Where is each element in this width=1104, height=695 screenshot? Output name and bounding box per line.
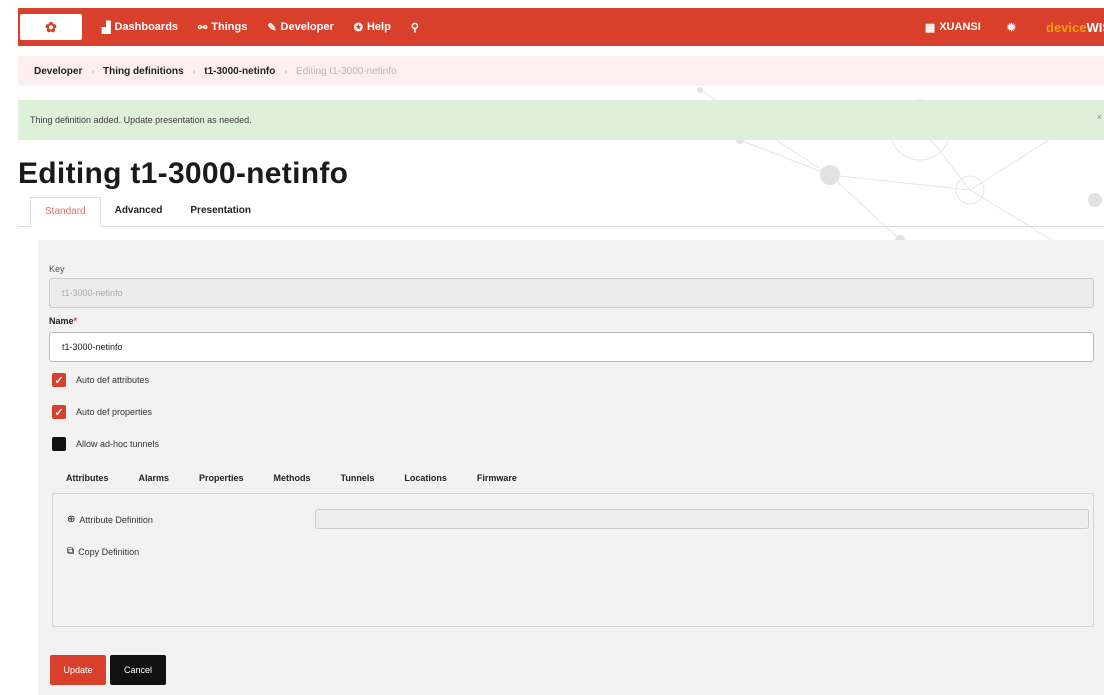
subtab-properties[interactable]: Properties (199, 473, 244, 483)
nav-help-label: Help (366, 21, 391, 33)
update-button[interactable]: Update (50, 655, 106, 685)
copy-definition-label: Copy Definition (78, 546, 140, 557)
subtab-alarms[interactable]: Alarms (139, 473, 170, 483)
copy-definition-button[interactable]: ⧉ Copy Definition (67, 546, 139, 557)
checkbox-label: Auto def attributes (76, 375, 150, 385)
help-icon: ✪ (353, 21, 363, 34)
subtab-tunnels[interactable]: Tunnels (341, 473, 375, 483)
checkbox-label: Auto def properties (76, 407, 153, 417)
add-attribute-definition-button[interactable]: ⊕ Attribute Definition (67, 514, 153, 525)
add-attribute-label: Attribute Definition (79, 514, 153, 525)
breadcrumb-developer[interactable]: Developer (34, 66, 82, 77)
required-marker: * (73, 316, 78, 326)
close-icon[interactable]: × (1097, 112, 1102, 122)
building-icon: ▦ (924, 21, 936, 34)
auto-def-attributes-checkbox[interactable]: ✓ Auto def attributes (52, 373, 149, 387)
checkbox-label: Allow ad-hoc tunnels (76, 439, 160, 449)
nav-dashboards[interactable]: ▟ Dashboards (102, 21, 178, 34)
bar-chart-icon: ▟ (102, 21, 111, 34)
org-name: XUANSI (939, 21, 981, 33)
auto-def-properties-checkbox[interactable]: ✓ Auto def properties (52, 405, 152, 419)
cancel-button[interactable]: Cancel (110, 655, 166, 685)
breadcrumb-separator: › (192, 66, 196, 76)
checkbox-checked-icon[interactable]: ✓ (52, 373, 66, 387)
copy-icon: ⧉ (67, 546, 75, 557)
name-label: Name* (49, 316, 77, 326)
tab-presentation[interactable]: Presentation (176, 205, 265, 226)
name-input[interactable]: t1-3000-netinfo (49, 332, 1094, 362)
nav-things-label: Things (211, 21, 248, 33)
key-field: t1-3000-netinfo (49, 278, 1094, 308)
search-button[interactable]: ⚲ (411, 21, 423, 34)
subtab-methods[interactable]: Methods (274, 473, 311, 483)
breadcrumb-thing-key[interactable]: t1-3000-netinfo (204, 66, 275, 77)
devicewise-brand: deviceWISE (1046, 20, 1104, 35)
subtab-attributes[interactable]: Attributes (66, 473, 109, 483)
breadcrumb-thing-definitions[interactable]: Thing definitions (103, 66, 184, 77)
form-panel: Key t1-3000-netinfo Name* t1-3000-netinf… (38, 240, 1104, 695)
breadcrumb-current: Editing t1-3000-netinfo (296, 65, 397, 77)
breadcrumb-separator: › (284, 66, 288, 76)
success-alert: Thing definition added. Update presentat… (18, 100, 1104, 140)
breadcrumb-separator: › (91, 66, 95, 76)
allow-adhoc-tunnels-checkbox[interactable]: Allow ad-hoc tunnels (52, 437, 159, 451)
logo-mark-icon: ✿ (45, 18, 57, 35)
nav-dashboards-label: Dashboards (114, 21, 179, 33)
plus-circle-icon: ⊕ (67, 514, 76, 525)
attribute-definition-input[interactable] (315, 509, 1089, 529)
nav-developer[interactable]: ✎ Developer (267, 21, 333, 34)
attributes-panel: ⊕ Attribute Definition ⧉ Copy Definition (52, 493, 1094, 627)
alert-message: Thing definition added. Update presentat… (30, 115, 252, 125)
checkbox-checked-icon[interactable]: ✓ (52, 405, 66, 419)
key-label: Key (49, 264, 65, 274)
nav-help[interactable]: ✪ Help (354, 21, 391, 34)
china-unicom-logo[interactable]: ✿ (20, 14, 82, 40)
search-icon: ⚲ (410, 21, 419, 34)
tab-bar: Standard Advanced Presentation (18, 197, 1104, 227)
checkbox-unchecked-icon[interactable] (52, 437, 66, 451)
breadcrumb: Developer › Thing definitions › t1-3000-… (18, 56, 1104, 86)
top-navbar: ✿ ▟ Dashboards ⚯ Things ✎ Developer ✪ He… (18, 8, 1104, 46)
gear-icon: ✹ (1006, 21, 1016, 34)
settings-button[interactable]: ✹ (1007, 21, 1020, 34)
page-title: Editing t1-3000-netinfo (18, 157, 349, 190)
wrench-icon: ✎ (267, 21, 277, 34)
nav-things[interactable]: ⚯ Things (198, 21, 247, 34)
tab-standard[interactable]: Standard (30, 197, 101, 227)
nav-developer-label: Developer (280, 21, 334, 33)
subtab-locations[interactable]: Locations (404, 473, 447, 483)
name-label-text: Name (49, 316, 74, 326)
tab-advanced[interactable]: Advanced (101, 205, 177, 226)
things-icon: ⚯ (198, 21, 208, 34)
subtab-firmware[interactable]: Firmware (477, 473, 517, 483)
org-selector[interactable]: ▦ XUANSI (925, 21, 981, 34)
definition-subtabs: Attributes Alarms Properties Methods Tun… (66, 473, 547, 483)
brand-part2: WISE (1086, 19, 1104, 35)
brand-part1: device (1046, 19, 1087, 35)
